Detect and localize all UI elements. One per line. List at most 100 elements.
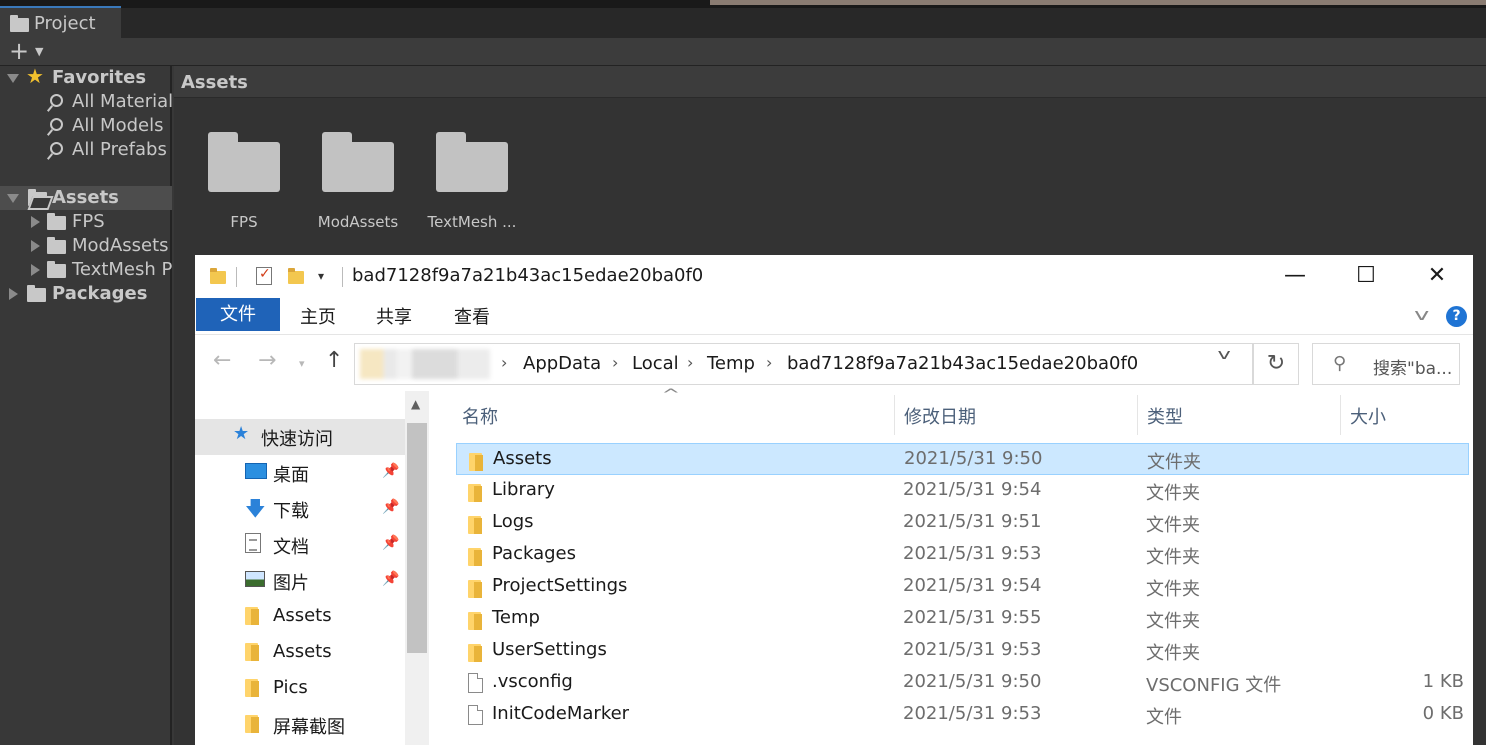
refresh-button[interactable]: ↻	[1253, 343, 1299, 385]
tab-share[interactable]: 共享	[376, 303, 412, 329]
chevron-right-icon[interactable]: ›	[612, 353, 618, 372]
sidebar-item-documents[interactable]: 文档 📌	[195, 527, 405, 563]
favorites-item[interactable]: All Models	[0, 114, 172, 138]
chevron-right-icon[interactable]: ›	[766, 353, 772, 372]
sidebar-item-label: 文档	[273, 537, 309, 558]
expand-arrow-icon[interactable]	[31, 264, 40, 276]
tree-item-fps[interactable]: FPS	[0, 210, 172, 234]
column-header-name[interactable]: 名称	[462, 403, 498, 429]
chevron-right-icon[interactable]: ›	[687, 353, 693, 372]
grid-folder-fps[interactable]	[208, 132, 280, 192]
pin-icon[interactable]: 📌	[382, 499, 399, 515]
grid-folder-textmesh[interactable]	[436, 132, 508, 192]
packages-row[interactable]: Packages	[0, 282, 172, 306]
close-button[interactable]: ✕	[1402, 255, 1472, 297]
navigation-pane: ★ 快速访问 桌面 📌 🡇 下载 📌 文档 📌 图片 📌 Assets Asse…	[195, 391, 405, 745]
crumb-local[interactable]: Local	[632, 353, 679, 374]
scrollbar-thumb[interactable]	[407, 423, 427, 653]
file-row[interactable]: Packages 2021/5/31 9:53 文件夹	[456, 539, 1469, 571]
chevron-right-icon[interactable]: ›	[501, 353, 507, 372]
column-header-type[interactable]: 类型	[1147, 403, 1183, 429]
breadcrumb-assets[interactable]: Assets	[181, 72, 248, 93]
new-folder-icon[interactable]	[288, 268, 304, 284]
file-name: ProjectSettings	[492, 575, 628, 596]
grid-folder-modassets[interactable]	[322, 132, 394, 192]
divider	[236, 267, 237, 287]
expand-arrow-icon[interactable]	[31, 216, 40, 228]
desktop-icon	[245, 463, 267, 479]
file-size: 0 KB	[1422, 703, 1464, 724]
minimize-button[interactable]: —	[1260, 255, 1330, 297]
search-input[interactable]: ⚲ 搜索"ba...	[1312, 343, 1460, 385]
address-bar[interactable]: › AppData › Local › Temp › bad7128f9a7a2…	[354, 343, 1253, 385]
project-tab[interactable]: Project	[0, 6, 121, 38]
title-bar: ▾ bad7128f9a7a21b43ac15edae20ba0f0 — ☐ ✕	[195, 255, 1473, 297]
sidebar-item-downloads[interactable]: 🡇 下载 📌	[195, 491, 405, 527]
pin-icon[interactable]: 📌	[382, 571, 399, 587]
sidebar-item-label: Assets	[273, 605, 332, 626]
tab-home[interactable]: 主页	[300, 303, 336, 329]
help-icon[interactable]: ?	[1446, 306, 1467, 327]
column-divider[interactable]	[1137, 395, 1138, 435]
properties-icon[interactable]	[256, 266, 272, 285]
column-divider[interactable]	[894, 395, 895, 435]
recent-locations-icon[interactable]: ▾	[299, 357, 305, 370]
chevron-down-icon[interactable]: ▼	[35, 45, 43, 58]
tree-item-textmesh[interactable]: TextMesh P	[0, 258, 172, 282]
file-row[interactable]: Library 2021/5/31 9:54 文件夹	[456, 475, 1469, 507]
favorites-item[interactable]: All Material	[0, 90, 172, 114]
file-date: 2021/5/31 9:50	[903, 671, 1042, 692]
pin-icon[interactable]: 📌	[382, 463, 399, 479]
file-row[interactable]: .vsconfig 2021/5/31 9:50 VSCONFIG 文件 1 KB	[456, 667, 1469, 699]
tree-item-label: TextMesh P	[72, 259, 172, 280]
sidebar-item-desktop[interactable]: 桌面 📌	[195, 455, 405, 491]
tree-item-modassets[interactable]: ModAssets	[0, 234, 172, 258]
file-row[interactable]: Assets 2021/5/31 9:50 文件夹	[456, 443, 1469, 475]
grid-folder-label: FPS	[230, 213, 258, 231]
up-arrow-icon[interactable]: ↑	[325, 348, 343, 373]
column-divider[interactable]	[1340, 395, 1341, 435]
pin-icon[interactable]: 📌	[382, 535, 399, 551]
maximize-button[interactable]: ☐	[1331, 255, 1401, 297]
favorites-row[interactable]: ★ Favorites	[0, 66, 172, 90]
back-arrow-icon[interactable]: ←	[213, 348, 231, 373]
file-row[interactable]: UserSettings 2021/5/31 9:53 文件夹	[456, 635, 1469, 667]
sidebar-item-assets[interactable]: Assets	[195, 599, 405, 635]
folder-icon	[468, 548, 483, 566]
expand-ribbon-icon[interactable]: v	[1414, 305, 1429, 324]
expand-arrow-icon[interactable]	[31, 240, 40, 252]
pictures-icon	[245, 571, 265, 587]
sidebar-item-label: 屏幕截图	[273, 717, 345, 738]
add-icon[interactable]: +	[9, 38, 29, 64]
tab-file[interactable]: 文件	[196, 298, 280, 331]
customize-toolbar-icon[interactable]: ▾	[318, 269, 324, 283]
column-header-date[interactable]: 修改日期	[904, 403, 976, 429]
tab-view[interactable]: 查看	[454, 303, 490, 329]
file-date: 2021/5/31 9:54	[903, 479, 1042, 500]
navigation-scrollbar[interactable]: ▲	[405, 391, 429, 745]
file-row[interactable]: Logs 2021/5/31 9:51 文件夹	[456, 507, 1469, 539]
forward-arrow-icon[interactable]: →	[258, 348, 276, 373]
assets-root-row[interactable]: Assets	[0, 186, 172, 210]
expand-arrow-icon[interactable]	[9, 288, 18, 300]
file-date: 2021/5/31 9:53	[903, 639, 1042, 660]
crumb-appdata[interactable]: AppData	[523, 353, 601, 374]
favorites-item[interactable]: All Prefabs	[0, 138, 172, 162]
file-row[interactable]: Temp 2021/5/31 9:55 文件夹	[456, 603, 1469, 635]
breadcrumb: Assets	[174, 66, 1486, 98]
scroll-up-icon[interactable]: ▲	[411, 397, 420, 411]
file-row[interactable]: InitCodeMarker 2021/5/31 9:53 文件 0 KB	[456, 699, 1469, 731]
sidebar-item-quick-access[interactable]: ★ 快速访问	[195, 419, 405, 455]
search-icon	[50, 142, 63, 155]
sidebar-item-pics[interactable]: Pics	[195, 671, 405, 707]
expand-arrow-icon[interactable]	[7, 194, 19, 203]
sidebar-item-assets[interactable]: Assets	[195, 635, 405, 671]
crumb-current-folder[interactable]: bad7128f9a7a21b43ac15edae20ba0f0	[787, 353, 1138, 374]
column-header-size[interactable]: 大小	[1350, 403, 1386, 429]
address-dropdown-icon[interactable]: v	[1218, 347, 1231, 363]
crumb-temp[interactable]: Temp	[707, 353, 755, 374]
sidebar-item-screenshots[interactable]: 屏幕截图	[195, 707, 405, 743]
expand-arrow-icon[interactable]	[7, 74, 19, 83]
sidebar-item-pictures[interactable]: 图片 📌	[195, 563, 405, 599]
file-row[interactable]: ProjectSettings 2021/5/31 9:54 文件夹	[456, 571, 1469, 603]
